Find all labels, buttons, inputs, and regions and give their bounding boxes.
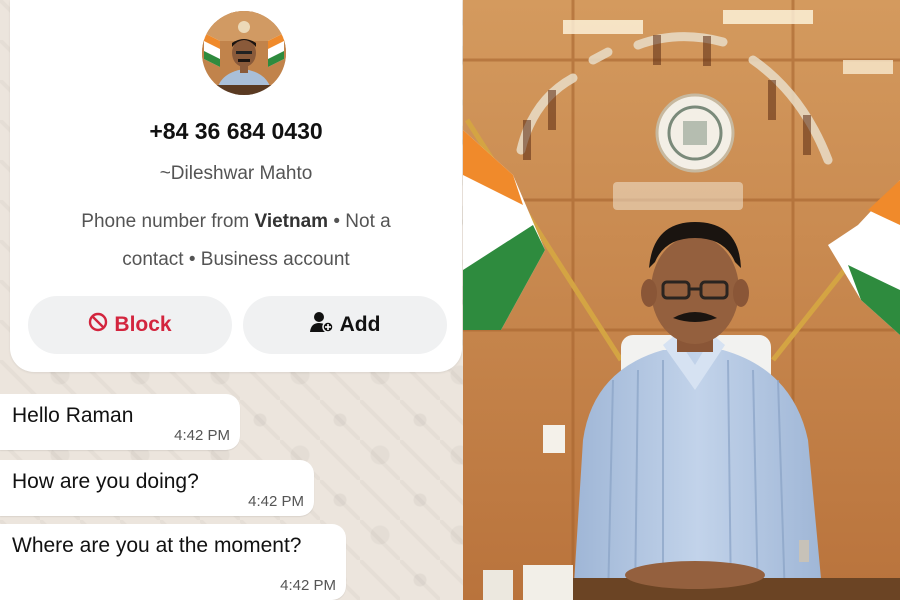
message-time: 4:42 PM (248, 493, 304, 510)
message-bubble[interactable]: Where are you at the moment? 4:42 PM (0, 524, 346, 600)
message-time: 4:42 PM (174, 427, 230, 444)
block-button[interactable]: Block (28, 296, 232, 354)
contact-info-text: Phone number from Vietnam • Not a contac… (50, 203, 422, 279)
block-icon (88, 312, 108, 338)
add-contact-button[interactable]: Add (243, 296, 447, 354)
contact-avatar[interactable] (202, 11, 286, 95)
contact-display-name: ~Dileshwar Mahto (159, 163, 313, 184)
chat-screenshot: +84 36 684 0430 ~Dileshwar Mahto Phone n… (0, 0, 463, 600)
contact-phone-number: +84 36 684 0430 (149, 118, 323, 144)
message-text: Where are you at the moment? (12, 534, 302, 557)
message-text: How are you doing? (12, 470, 199, 493)
photo-illustration (463, 0, 900, 600)
avatar-photo (202, 11, 286, 95)
add-contact-icon (309, 311, 334, 339)
message-bubble[interactable]: Hello Raman 4:42 PM (0, 394, 240, 450)
info-prefix: Phone number from (81, 211, 255, 232)
contact-card: +84 36 684 0430 ~Dileshwar Mahto Phone n… (10, 0, 462, 372)
block-label: Block (114, 313, 172, 336)
message-time: 4:42 PM (280, 577, 336, 594)
message-bubble[interactable]: How are you doing? 4:42 PM (0, 460, 314, 516)
official-photo (463, 0, 900, 600)
contact-country: Vietnam (254, 211, 329, 232)
add-label: Add (339, 313, 381, 336)
message-text: Hello Raman (12, 404, 134, 427)
